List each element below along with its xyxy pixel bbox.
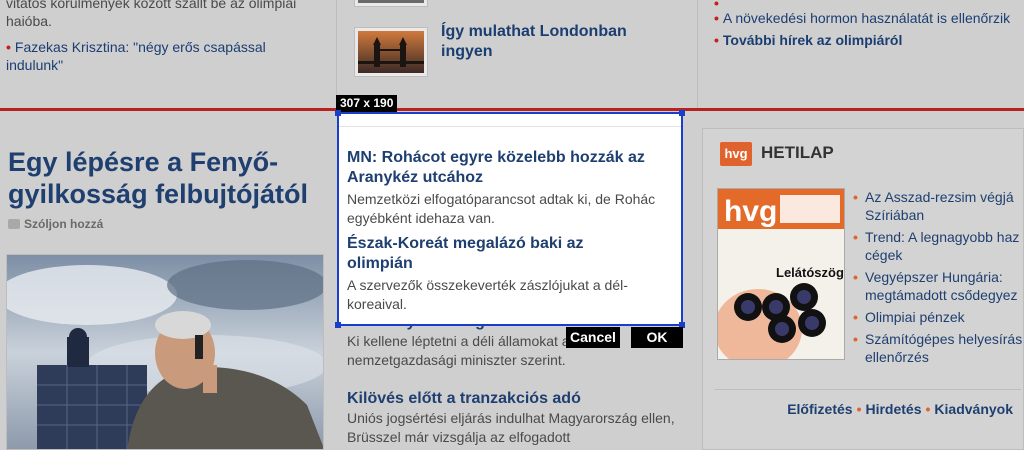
advertise-link[interactable]: Hirdetés [865,401,921,417]
article-description: A szervezők összekeverték zászlójukat a … [347,277,628,312]
list-item[interactable]: • Vegyépszer Hungária: megtámadott csődeg… [853,268,1024,304]
article-title[interactable]: Észak-Koreát megalázó baki az olimpián [347,234,647,274]
divider [339,126,681,127]
divider [715,389,1021,390]
bullet-icon: • [853,269,858,285]
publications-link[interactable]: Kiadványok [934,401,1013,417]
article-title[interactable]: MN: Rohácot egyre közelebb hozzák az Ara… [347,148,673,188]
bullet-icon: • [853,189,858,205]
list-item-text: Az Asszad-rezsim végjá Szíriában [865,189,1014,223]
list-item-text: Olimpiai pénzek [865,309,965,325]
sidebar-article-list: • Az Asszad-rezsim végjá Szíriában • Trend… [853,188,1024,370]
comment-link[interactable]: Szóljon hozzá [8,217,103,231]
magazine-logo: hvg [724,195,777,228]
more-olympic-news-link[interactable]: • További hírek az olimpiáról [714,31,902,49]
hvg-sidebar-box: hvg HETILAP hvg Lelátószög • Az Asszad-re… [702,128,1024,450]
resize-handle-top-left[interactable] [335,110,341,116]
truncated-article-text: vitatós körülmények között szállt be az … [6,0,297,26]
man-with-phone-photo-icon [7,255,323,449]
list-item[interactable]: • Trend: A legnagyobb haz cégek [853,228,1024,264]
top-center-column: Így mulathat Londonban ingyen [336,0,696,108]
article-description: Nemzetközi elfogatóparancsot adtak ki, d… [347,191,656,226]
selection-region[interactable]: MN: Rohácot egyre közelebb hozzák az Ara… [335,110,685,328]
article-item[interactable]: Észak-Koreát megalázó baki az olimpián A… [347,234,647,314]
list-item-text: Vegyépszer Hungária: megtámadott csődegy… [865,269,1018,303]
list-item[interactable]: • Számítógépes helyesírás ellenőrzés [853,330,1024,366]
olympic-news-link-1[interactable]: • A növekedési hormon használatát is elle… [714,9,1010,27]
binoculars-cover-icon: hvg Lelátószög [718,189,844,359]
bullet-icon: • [6,39,11,55]
cancel-button[interactable]: Cancel [566,327,620,348]
bullet-icon: • [714,10,719,26]
london-thumbnail-image[interactable] [355,28,427,76]
ok-button[interactable]: OK [631,327,683,348]
selection-size-label: 307 x 190 [336,95,398,112]
list-item-text: Számítógépes helyesírás ellenőrzés [865,331,1023,365]
london-article-link[interactable]: Így mulathat Londonban ingyen [441,22,661,62]
headline-photo[interactable] [6,254,324,450]
article-description: Ki kellene léptetni a déli államokat a n… [347,333,570,368]
article-item[interactable]: MN: Rohácot egyre közelebb hozzák az Ara… [347,148,673,228]
article-item[interactable]: Kilövés előtt a tranzakciós adó Uniós jo… [347,389,677,447]
hvg-logo[interactable]: hvg [720,142,752,166]
sidebar-heading[interactable]: HETILAP [761,143,834,163]
magazine-cover-title: Lelátószög [776,265,844,280]
article-description: Uniós jogsértési eljárás indulhat Magyar… [347,410,675,445]
related-link-text: Fazekas Krisztina: "négy erős csapással … [6,39,266,73]
comment-icon [8,219,20,229]
list-item[interactable]: • Az Asszad-rezsim végjá Szíriában [853,188,1024,224]
sidebar-footer-links: Előfizetés • Hirdetés • Kiadványok [703,401,1023,417]
separator-dot: • [856,401,862,417]
thumbnail-image[interactable] [355,0,427,6]
top-left-column: vitatós körülmények között szállt be az … [0,0,334,108]
related-link[interactable]: • Fazekas Krisztina: "négy erős csapással… [6,38,306,74]
list-item[interactable]: • Olimpiai pénzek [853,308,1024,326]
magazine-cover-image[interactable]: hvg Lelátószög [717,188,845,360]
headline-link[interactable]: Egy lépésre a Fenyő-gyilkosság felbujtój… [8,146,328,210]
subscribe-link[interactable]: Előfizetés [787,401,852,417]
separator-dot: • [925,401,931,417]
more-news-link-text: További hírek az olimpiáról [722,32,903,48]
london-article-title: Így mulathat Londonban ingyen [441,23,627,60]
comment-link-text: Szóljon hozzá [24,217,104,231]
section-divider [0,108,1024,111]
bullet-icon: • [853,309,858,325]
bullet-icon: • [714,32,719,48]
bullet-icon: • [853,331,858,347]
bullet-icon: • [853,229,858,245]
resize-handle-bottom-left[interactable] [335,322,341,328]
top-right-column: • • A növekedési hormon használatát is el… [697,0,1024,108]
news-link-text: A növekedési hormon használatát is ellen… [722,10,1011,26]
article-title[interactable]: Kilövés előtt a tranzakciós adó [347,389,677,409]
resize-handle-top-right[interactable] [679,110,685,116]
list-item-text: Trend: A legnagyobb haz cégek [865,229,1020,263]
tower-bridge-icon [358,37,424,67]
